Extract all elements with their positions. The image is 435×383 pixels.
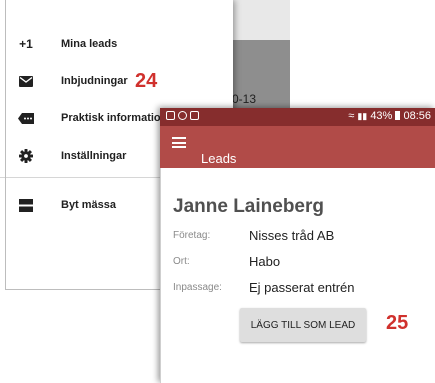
content-edge — [160, 168, 161, 383]
notification-icons — [166, 111, 199, 120]
nav-label: Mina leads — [61, 38, 118, 50]
signal-icon: ▮▮ — [357, 111, 368, 121]
field-value-city: Habo — [249, 254, 281, 269]
app-title: Leads — [201, 151, 237, 166]
label-dots-icon — [16, 108, 36, 128]
background-text: 0-13 — [232, 92, 257, 106]
app-bar: Leads — [160, 126, 435, 168]
battery-percent: 43% — [370, 110, 393, 122]
lead-name: Janne Laineberg — [173, 196, 324, 217]
field-label-company: Företag: — [173, 230, 211, 241]
callout-number: 25 — [386, 312, 409, 334]
battery-icon — [395, 111, 401, 120]
status-right: ≈ ▮▮ 43% 08:56 — [348, 110, 431, 122]
lead-detail-screenshot: ≈ ▮▮ 43% 08:56 Leads Janne Laineberg För… — [160, 108, 435, 383]
nav-item-mina-leads[interactable]: +1 Mina leads — [0, 29, 233, 59]
menu-icon[interactable] — [172, 137, 186, 148]
nav-label: Inbjudningar — [61, 75, 128, 87]
gallery-icon — [166, 111, 175, 120]
gear-icon — [16, 146, 36, 166]
plus-one-glyph: +1 — [19, 37, 33, 51]
drawer-frame-line — [5, 0, 6, 290]
clock: 08:56 — [403, 110, 431, 122]
app-notification-icon — [190, 111, 199, 120]
plus-one-icon: +1 — [16, 34, 36, 54]
status-bar: ≈ ▮▮ 43% 08:56 — [160, 108, 435, 126]
nav-label: Byt mässa — [61, 199, 117, 211]
wifi-icon: ≈ — [348, 110, 355, 122]
add-as-lead-button[interactable]: LÄGG TILL SOM LEAD — [240, 308, 366, 342]
nav-item-inbjudningar[interactable]: Inbjudningar — [0, 66, 233, 96]
field-label-entry: Inpassage: — [173, 282, 222, 293]
split-square-icon — [16, 195, 36, 215]
envelope-icon — [16, 71, 36, 91]
field-value-entry: Ej passerat entrén — [249, 280, 355, 295]
background-app-bar — [230, 0, 290, 40]
callout-number: 24 — [135, 70, 158, 92]
nav-label: Praktisk information — [61, 112, 168, 124]
field-label-city: Ort: — [173, 256, 190, 267]
nav-label: Inställningar — [61, 150, 127, 162]
sync-icon — [178, 111, 187, 120]
field-value-company: Nisses tråd AB — [249, 228, 335, 243]
